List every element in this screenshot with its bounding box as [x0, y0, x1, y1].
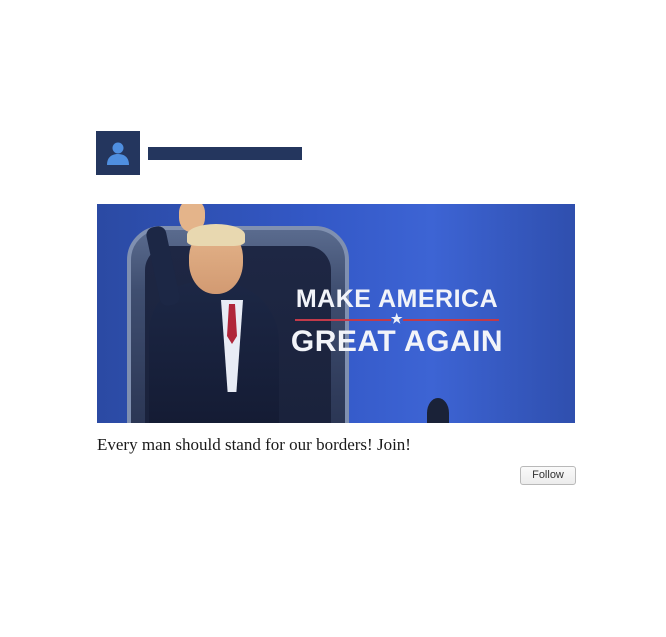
post-image[interactable]: MAKE AMERICA ★ GREAT AGAIN — [97, 204, 575, 423]
post-card: MAKE AMERICA ★ GREAT AGAIN Every man sho… — [96, 131, 576, 485]
slogan-line-2: GREAT AGAIN — [290, 325, 504, 358]
post-caption: Every man should stand for our borders! … — [97, 435, 411, 454]
slogan-line-1: MAKE AMERICA — [295, 285, 499, 313]
author-name-placeholder[interactable] — [148, 146, 302, 160]
post-header — [96, 131, 576, 175]
image-slogan: MAKE AMERICA ★ GREAT AGAIN — [281, 284, 513, 358]
hand-silhouette-graphic — [427, 398, 449, 423]
follow-button[interactable]: Follow — [520, 466, 576, 485]
person-hair-graphic — [187, 224, 245, 246]
star-icon: ★ — [390, 311, 404, 326]
post-actions: Follow — [96, 466, 576, 485]
avatar[interactable] — [96, 131, 140, 175]
user-silhouette-icon — [107, 142, 129, 165]
slogan-divider: ★ — [281, 311, 513, 326]
